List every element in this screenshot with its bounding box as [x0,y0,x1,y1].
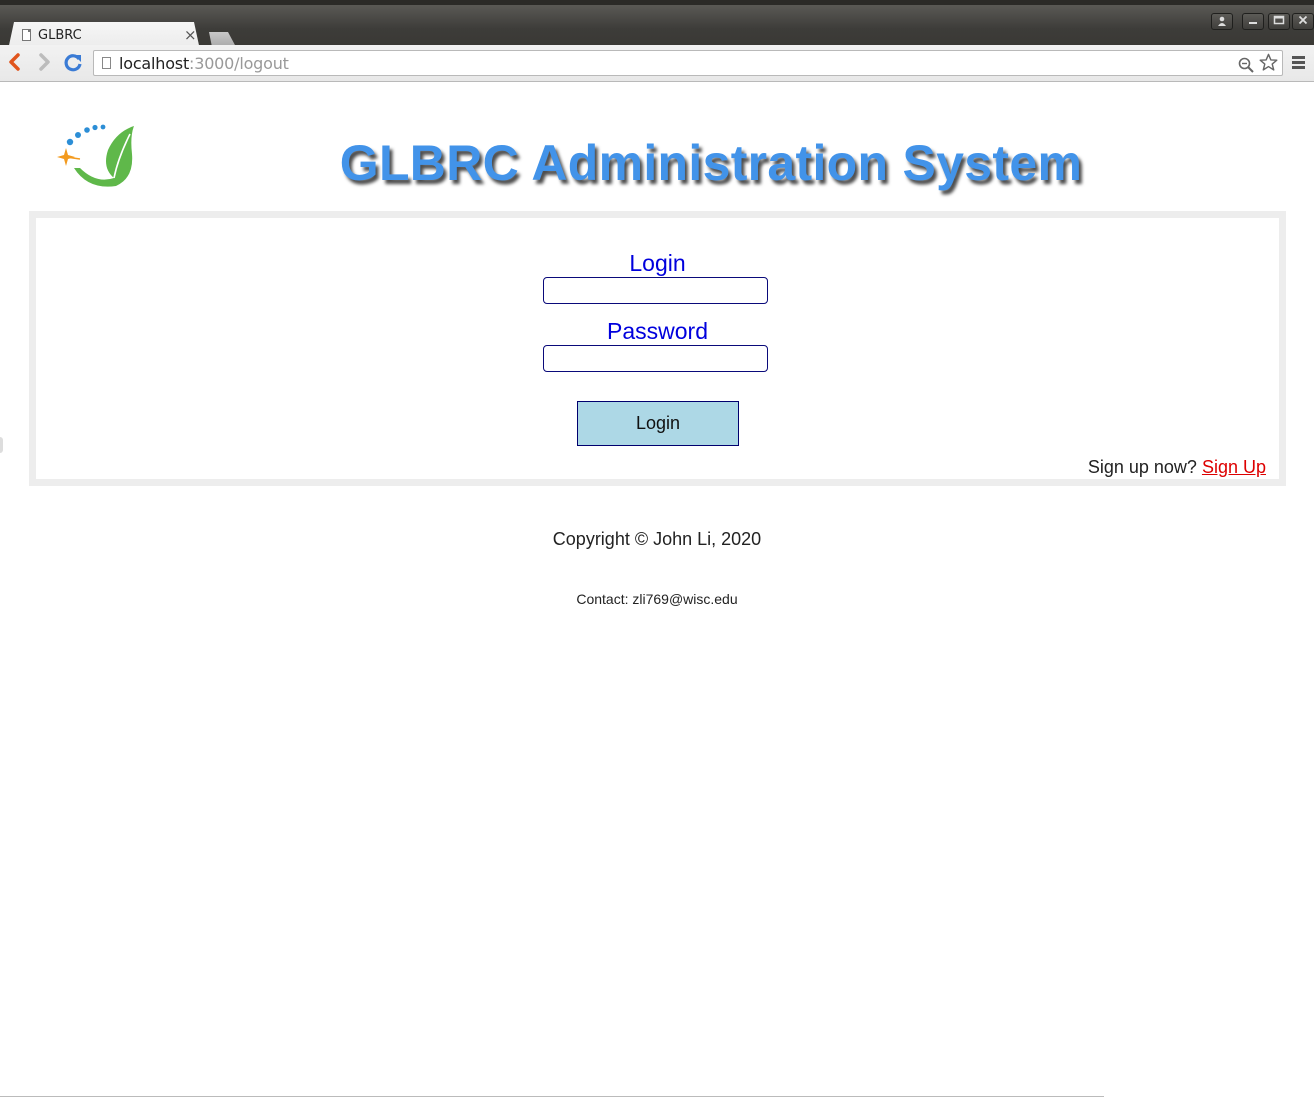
page-icon [102,57,111,69]
tab-close-button[interactable]: × [184,26,197,44]
browser-toolbar: localhost:3000/logout [0,45,1314,82]
reload-icon[interactable] [63,53,83,78]
copyright-text: Copyright © John Li, 2020 [552,529,762,549]
login-panel: Login Password Login Sign up now? Sign U… [29,211,1286,486]
url-text: localhost:3000/logout [119,54,289,73]
login-input[interactable] [543,277,768,304]
profile-icon[interactable] [1211,13,1233,30]
scroll-notch [0,437,3,453]
zoom-icon[interactable] [1238,52,1254,78]
login-button[interactable]: Login [577,401,739,446]
tab-title: GLBRC [38,28,82,43]
status-divider [0,1096,1104,1097]
password-input[interactable] [543,345,768,372]
page-content: GLBRC Administration System Login Passwo… [0,82,1314,1100]
bookmark-star-icon[interactable] [1259,51,1278,77]
signup-link[interactable]: Sign Up [1202,457,1266,477]
login-label: Login [629,250,686,276]
contact-text: Contact: zli769@wisc.edu [576,591,738,607]
forward-arrow-icon[interactable] [36,52,52,77]
maximize-button[interactable] [1268,13,1290,30]
password-label: Password [607,318,708,344]
address-bar[interactable]: localhost:3000/logout [93,50,1283,76]
page-icon [22,29,31,41]
signup-row: Sign up now? Sign Up [1088,457,1266,478]
minimize-button[interactable] [1242,13,1264,30]
menu-icon[interactable] [1292,56,1305,71]
signup-prompt: Sign up now? [1087,457,1197,477]
browser-titlebar: GLBRC × [0,0,1314,45]
back-arrow-icon[interactable] [7,52,23,77]
close-window-button[interactable] [1292,13,1314,30]
page-title: GLBRC Administration System [339,135,1083,191]
